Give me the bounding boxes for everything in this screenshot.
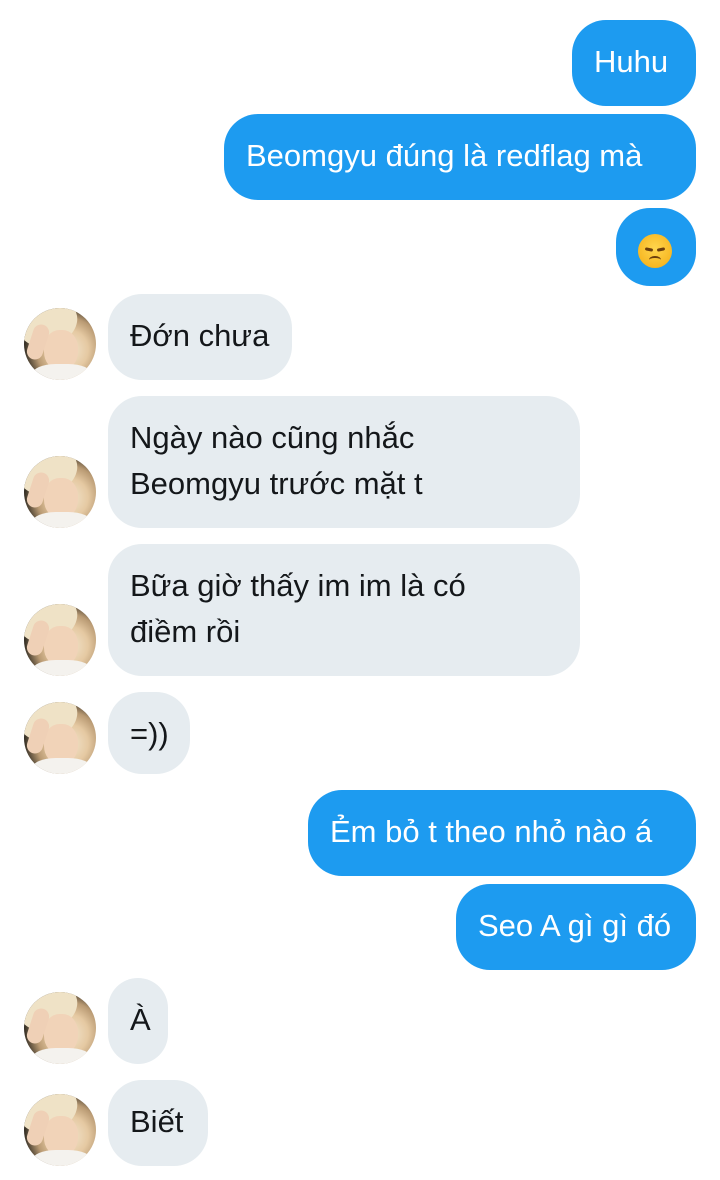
message-text: Beomgyu đúng là redflag mà [246,138,643,173]
message-text: Biết [130,1104,184,1139]
message-text: Ẻm bỏ t theo nhỏ nào á [330,814,653,849]
message-text: Huhu [594,44,669,79]
message-bubble-outgoing[interactable]: Huhu [572,20,696,106]
avatar[interactable] [24,308,96,380]
avatar[interactable] [24,456,96,528]
message-text: =)) [130,716,169,751]
avatar[interactable] [24,992,96,1064]
message-bubble-outgoing[interactable]: Beomgyu đúng là redflag mà [224,114,696,200]
message-bubble-incoming[interactable]: Biết [108,1080,208,1166]
chat-thread: Huhu Beomgyu đúng là redflag mà Đớn chưa… [0,0,720,1180]
message-bubble-incoming[interactable]: Bữa giờ thấy im im là có điềm rồi [108,544,580,676]
message-bubble-incoming[interactable]: =)) [108,692,190,774]
message-bubble-outgoing[interactable]: Seo A gì gì đó [456,884,696,970]
avatar[interactable] [24,702,96,774]
message-text: À [130,1002,151,1037]
message-text: Đớn chưa [130,318,270,353]
message-bubble-incoming[interactable]: À [108,978,168,1064]
avatar[interactable] [24,604,96,676]
message-bubble-outgoing[interactable]: Ẻm bỏ t theo nhỏ nào á [308,790,696,876]
disappointed-face-icon [638,233,672,268]
message-text: Seo A gì gì đó [478,908,672,943]
message-bubble-outgoing[interactable] [616,208,696,286]
message-text: Bữa giờ thấy im im là có điềm rồi [130,568,466,649]
message-text: Ngày nào cũng nhắc Beomgyu trước mặt t [130,420,423,501]
avatar[interactable] [24,1094,96,1166]
message-bubble-incoming[interactable]: Đớn chưa [108,294,292,380]
message-bubble-incoming[interactable]: Ngày nào cũng nhắc Beomgyu trước mặt t [108,396,580,528]
